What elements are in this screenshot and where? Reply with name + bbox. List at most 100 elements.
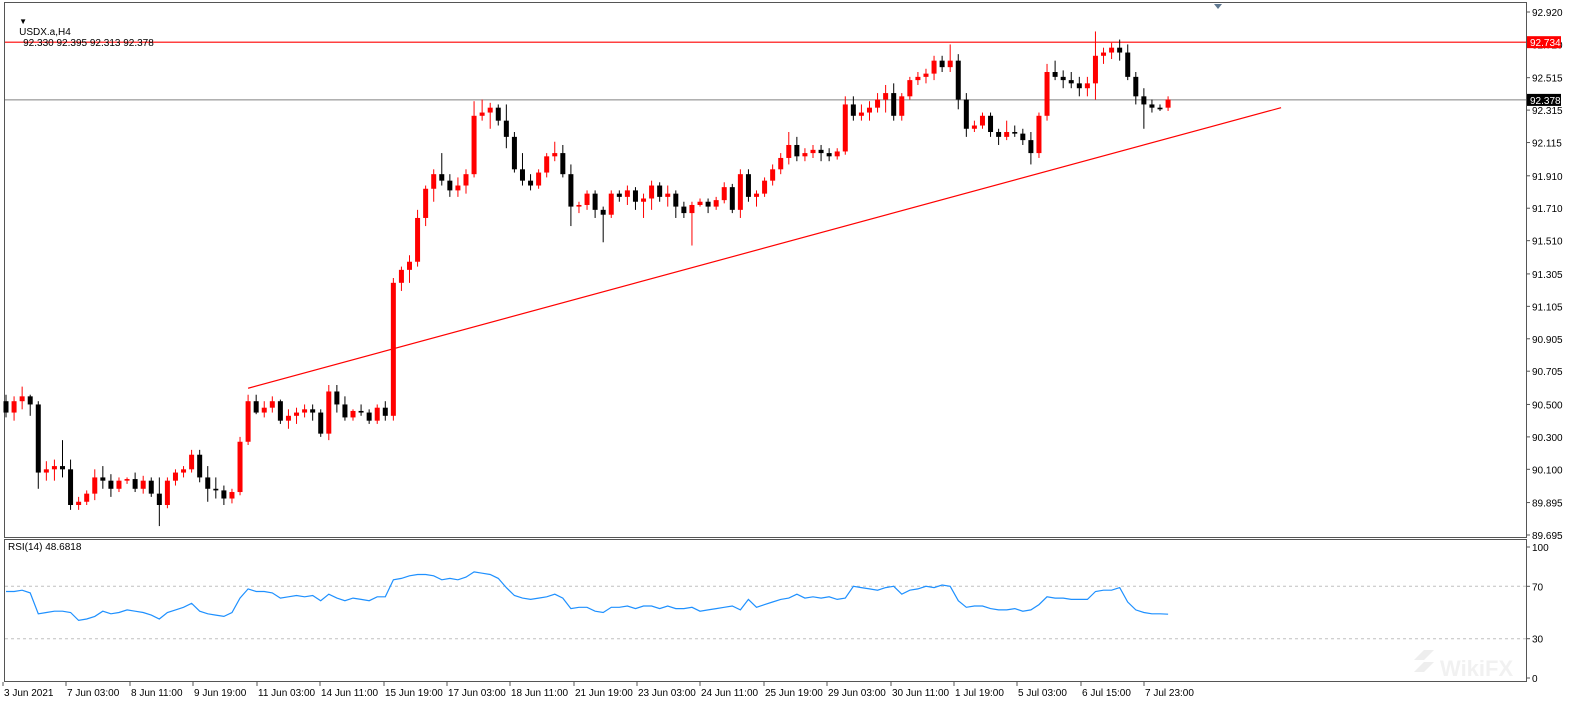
candle — [600, 206, 606, 243]
time-tick-label: 23 Jun 03:00 — [638, 688, 696, 699]
candle — [407, 255, 412, 283]
candle-body — [302, 409, 308, 413]
candle-body — [947, 60, 953, 68]
candle-body — [148, 480, 154, 494]
symbol-label: USDX.a,H4 — [19, 27, 71, 38]
candle — [1101, 47, 1107, 64]
candle — [1068, 72, 1074, 89]
candle — [608, 190, 614, 218]
candle-body — [326, 391, 332, 434]
candle-body — [447, 180, 453, 191]
candle-body — [519, 169, 525, 181]
candle-body — [108, 480, 114, 489]
candle-body — [608, 193, 614, 215]
chart-canvas[interactable]: 92.92092.72092.51592.31592.11591.91091.7… — [0, 0, 1583, 712]
candle-body — [592, 193, 598, 210]
candle-body — [35, 404, 41, 473]
candle-body — [1117, 47, 1123, 53]
candle-body — [27, 396, 33, 405]
dropdown-triangle-icon[interactable]: ▼ — [19, 17, 27, 26]
candle — [511, 132, 517, 173]
shift-marker-icon[interactable] — [1214, 4, 1222, 9]
trendline[interactable] — [247, 107, 1282, 389]
candle-body — [754, 193, 760, 197]
rsi-tick-label: 100 — [1532, 543, 1549, 554]
candle — [1052, 60, 1058, 81]
candle — [705, 198, 711, 214]
candle — [294, 407, 300, 424]
candle-body — [407, 261, 412, 270]
chart-header: ▼ USDX.a,H4 92.330 92.395 92.313 92.378 — [8, 5, 154, 60]
time-tick-label: 18 Jun 11:00 — [511, 688, 569, 699]
candle — [673, 190, 679, 218]
rsi-polyline — [6, 571, 1169, 622]
candle — [124, 477, 130, 484]
candle — [713, 196, 719, 210]
candle — [269, 396, 275, 413]
candle — [148, 477, 154, 497]
candle-body — [1060, 76, 1066, 81]
candle-body — [818, 149, 824, 154]
candle-body — [834, 151, 840, 157]
candle — [35, 401, 41, 489]
candle-body — [100, 477, 106, 481]
price-tick-label: 92.515 — [1532, 74, 1563, 85]
candle-body — [963, 99, 969, 129]
candle — [754, 190, 760, 207]
time-tick-label: 7 Jun 03:00 — [67, 688, 120, 699]
candle-body — [1020, 133, 1026, 141]
candle — [778, 153, 784, 175]
candle — [116, 477, 122, 493]
candle — [423, 185, 429, 227]
candle — [745, 169, 751, 202]
candle-body — [737, 174, 743, 210]
candle — [213, 477, 219, 499]
candle — [794, 136, 800, 162]
candle — [891, 83, 897, 121]
candle-body — [245, 401, 251, 442]
support-trendline — [247, 107, 1282, 389]
candle — [189, 449, 195, 473]
candle — [1028, 132, 1034, 165]
candle-body — [697, 201, 703, 205]
candle-body — [713, 200, 719, 207]
candle-body — [665, 193, 671, 197]
candle — [1044, 63, 1050, 121]
candle — [19, 386, 25, 410]
horizontal-lines[interactable] — [5, 41, 1526, 101]
time-tick-label: 14 Jun 11:00 — [321, 688, 379, 699]
candle — [649, 180, 655, 210]
price-tick-label: 91.305 — [1532, 270, 1563, 281]
candle — [665, 185, 671, 207]
time-tick-label: 7 Jul 23:00 — [1145, 688, 1194, 699]
candle-body — [479, 112, 485, 116]
candle-body — [164, 480, 170, 505]
candle-body — [673, 193, 679, 207]
price-tick-label: 92.115 — [1532, 139, 1562, 150]
candle — [43, 461, 49, 481]
time-tick-label: 15 Jun 19:00 — [385, 688, 443, 699]
red-level-label: 92.734 — [1530, 38, 1561, 49]
candle — [326, 384, 332, 441]
candle-body — [511, 136, 517, 170]
current-price-label: 92.378 — [1530, 96, 1561, 107]
candle-body — [826, 153, 832, 157]
candle — [140, 475, 146, 494]
candle-body — [778, 157, 784, 170]
candle-body — [84, 493, 90, 502]
candle-body — [1076, 83, 1082, 89]
candle-body — [600, 209, 606, 215]
candle-body — [681, 206, 687, 214]
candle-body — [858, 112, 864, 116]
candle-body — [923, 73, 929, 77]
candle — [939, 55, 945, 73]
candle-body — [310, 409, 316, 413]
candle-body — [1044, 72, 1050, 116]
candle-body — [560, 153, 566, 175]
candle — [51, 459, 57, 481]
candle-body — [495, 107, 501, 121]
price-pane-frame — [4, 2, 1527, 538]
candle-body — [794, 144, 800, 157]
price-tick-label: 90.705 — [1532, 367, 1563, 378]
chart-window[interactable]: 92.92092.72092.51592.31592.11591.91091.7… — [0, 0, 1583, 712]
